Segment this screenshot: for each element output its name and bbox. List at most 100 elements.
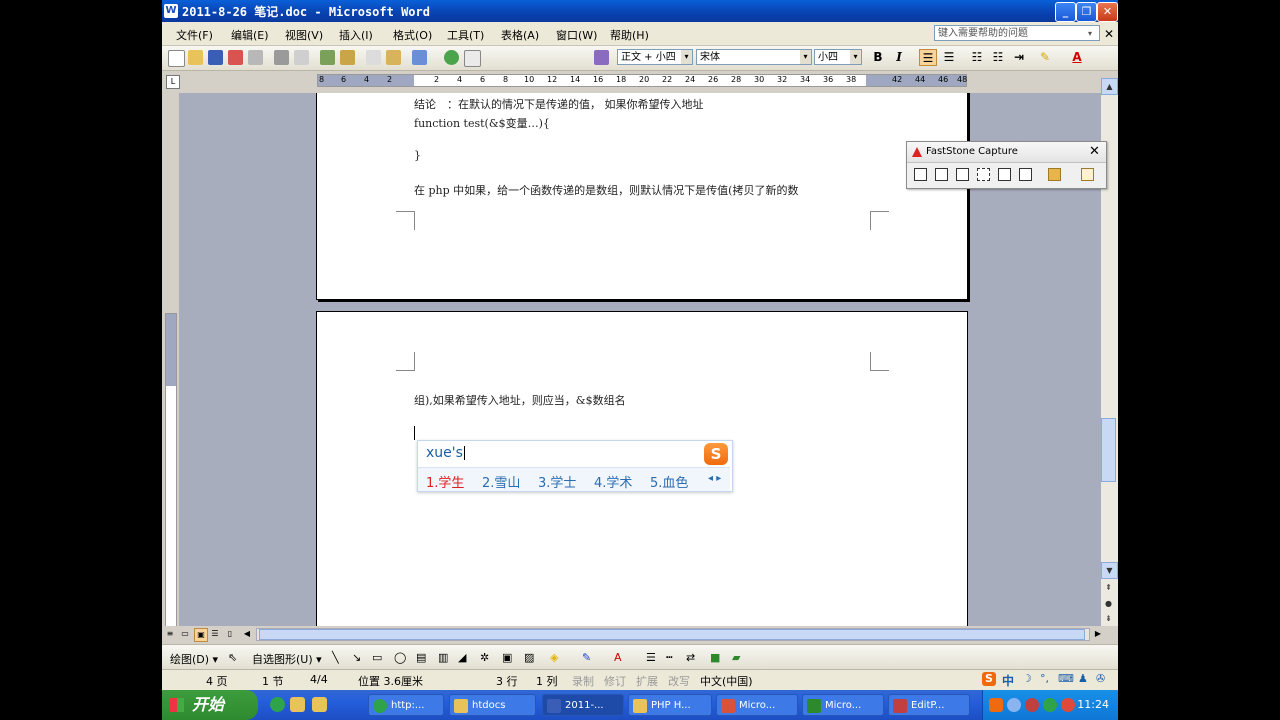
email-icon[interactable] <box>248 50 263 65</box>
clipart-icon[interactable]: ▣ <box>502 651 512 664</box>
permission-icon[interactable] <box>228 50 243 65</box>
tab-selector[interactable]: L <box>166 75 180 89</box>
arrow-tool-icon[interactable]: ↘ <box>352 651 361 664</box>
scroll-right-button[interactable]: ▶ <box>1092 628 1104 640</box>
editor-icon[interactable] <box>1048 168 1061 181</box>
dash-style-icon[interactable]: ┅ <box>666 651 673 664</box>
capture-scrolling-icon[interactable] <box>1019 168 1032 181</box>
ime-page-arrows-icon[interactable]: ◂ ▸ <box>708 473 721 484</box>
task-word-doc[interactable]: 2011-... <box>542 694 624 716</box>
task-editplus[interactable]: EditP... <box>888 694 970 716</box>
network-tray-icon[interactable] <box>1007 698 1021 712</box>
web-view-button[interactable]: ▭ <box>179 628 191 640</box>
punctuation-icon[interactable]: °, <box>1040 672 1049 685</box>
ime-candidate[interactable]: 1.学生 <box>426 472 464 491</box>
wrench-icon[interactable]: ✇ <box>1096 672 1105 685</box>
shadow-style-icon[interactable]: ■ <box>710 651 720 664</box>
capture-window-icon[interactable] <box>914 168 927 181</box>
copy-icon[interactable] <box>366 50 381 65</box>
size-select[interactable]: 小四 ▾ <box>814 49 862 65</box>
moon-icon[interactable]: ☽ <box>1022 672 1032 685</box>
research-icon[interactable] <box>340 50 355 65</box>
style-select[interactable]: 正文 + 小四 ▾ <box>617 49 693 65</box>
menu-edit[interactable]: 编辑(E) <box>231 27 269 43</box>
font-color-draw-icon[interactable]: A <box>614 651 622 664</box>
capture-object-icon[interactable] <box>935 168 948 181</box>
print-icon[interactable] <box>274 50 289 65</box>
align-left-button[interactable]: ☰ <box>919 49 937 66</box>
rectangle-tool-icon[interactable]: ▭ <box>372 651 382 664</box>
chevron-down-icon[interactable]: ▾ <box>1088 26 1098 42</box>
scroll-up-button[interactable]: ▲ <box>1101 78 1118 95</box>
styles-icon[interactable] <box>594 50 609 65</box>
numbering-button[interactable]: ☷ <box>968 49 986 66</box>
title-bar[interactable]: W 2011-8-26 笔记.doc - Microsoft Word _ ❐ … <box>162 0 1118 22</box>
user-icon[interactable]: ♟ <box>1078 672 1088 685</box>
ime-mode[interactable]: 中 <box>1002 672 1014 689</box>
status-ext[interactable]: 扩展 <box>636 673 658 689</box>
indent-button[interactable]: ⇥ <box>1010 49 1028 66</box>
print-view-button[interactable]: ▣ <box>194 628 208 642</box>
sogou-logo-icon[interactable]: S <box>982 672 996 686</box>
task-php-manual[interactable]: PHP H... <box>628 694 712 716</box>
minimize-button[interactable]: _ <box>1055 2 1076 22</box>
bullets-button[interactable]: ☷ <box>989 49 1007 66</box>
menu-tools[interactable]: 工具(T) <box>447 27 484 43</box>
arrow-style-icon[interactable]: ⇄ <box>686 651 695 664</box>
capture-fullscreen-icon[interactable] <box>998 168 1011 181</box>
font-select[interactable]: 宋体 ▾ <box>696 49 812 65</box>
faststone-header[interactable]: FastStone Capture ✕ <box>907 142 1106 163</box>
capture-rectangle-icon[interactable] <box>956 168 969 181</box>
capture-freehand-icon[interactable] <box>977 168 990 181</box>
quicklaunch-browser-icon[interactable] <box>270 697 285 712</box>
vertical-textbox-icon[interactable]: ▥ <box>438 651 448 664</box>
word-app-icon[interactable]: W <box>164 4 178 18</box>
menu-window[interactable]: 窗口(W) <box>556 27 597 43</box>
line-style-icon[interactable]: ☰ <box>646 651 656 664</box>
faststone-capture-panel[interactable]: FastStone Capture ✕ <box>906 141 1107 189</box>
task-htdocs[interactable]: htdocs <box>449 694 536 716</box>
quicklaunch-notes-icon[interactable] <box>312 697 327 712</box>
diagram-icon[interactable]: ✲ <box>480 651 489 664</box>
vertical-ruler-strip[interactable] <box>165 313 177 633</box>
new-icon[interactable] <box>168 50 185 67</box>
menu-view[interactable]: 视图(V) <box>285 27 323 43</box>
align-center-button[interactable]: ☰ <box>940 49 958 66</box>
draw-menu-button[interactable]: 绘图(D) ▾ <box>170 651 218 667</box>
update-tray-icon[interactable] <box>1043 698 1057 712</box>
normal-view-button[interactable]: ≡ <box>164 628 176 640</box>
oval-tool-icon[interactable]: ◯ <box>394 651 406 664</box>
scroll-down-button[interactable]: ▼ <box>1101 562 1118 579</box>
fill-color-icon[interactable]: ◈ <box>550 651 558 664</box>
autoshapes-button[interactable]: 自选图形(U) ▾ <box>252 651 322 667</box>
hscroll-thumb[interactable] <box>259 629 1085 640</box>
print-preview-icon[interactable] <box>294 50 309 65</box>
browse-object-button[interactable]: ● <box>1101 596 1116 611</box>
status-rec[interactable]: 录制 <box>572 673 594 689</box>
keyboard-icon[interactable]: ⌨ <box>1058 672 1074 685</box>
bold-button[interactable]: B <box>869 49 887 66</box>
security-tray-icon[interactable] <box>1025 698 1039 712</box>
menu-format[interactable]: 格式(O) <box>393 27 432 43</box>
document-close-icon[interactable]: ✕ <box>1104 27 1114 41</box>
task-browser[interactable]: http:... <box>368 694 444 716</box>
paste-icon[interactable] <box>386 50 401 65</box>
undo-icon[interactable] <box>412 50 427 65</box>
reading-view-button[interactable]: ▯ <box>224 628 236 640</box>
menu-table[interactable]: 表格(A) <box>501 27 539 43</box>
3d-style-icon[interactable]: ▰ <box>732 651 740 664</box>
outline-view-button[interactable]: ☰ <box>209 628 221 640</box>
menu-file[interactable]: 文件(F) <box>176 27 213 43</box>
start-button[interactable]: 开始 <box>162 690 258 720</box>
open-icon[interactable] <box>188 50 203 65</box>
close-icon[interactable]: ✕ <box>1089 144 1100 159</box>
ime-status-bar[interactable]: S 中 ☽ °, ⌨ ♟ ✇ <box>980 671 1116 688</box>
page-3[interactable]: 结论 ：在默认的情况下是传递的值， 如果你希望传入地址 function tes… <box>316 93 968 300</box>
menu-insert[interactable]: 插入(I) <box>339 27 373 43</box>
previous-page-button[interactable]: ⇞ <box>1101 580 1116 595</box>
ime-candidate[interactable]: 4.学术 <box>594 472 632 491</box>
antivirus-tray-icon[interactable] <box>1061 698 1075 712</box>
textbox-tool-icon[interactable]: ▤ <box>416 651 426 664</box>
scroll-thumb[interactable] <box>1101 418 1116 482</box>
ime-candidate[interactable]: 5.血色 <box>650 472 688 491</box>
